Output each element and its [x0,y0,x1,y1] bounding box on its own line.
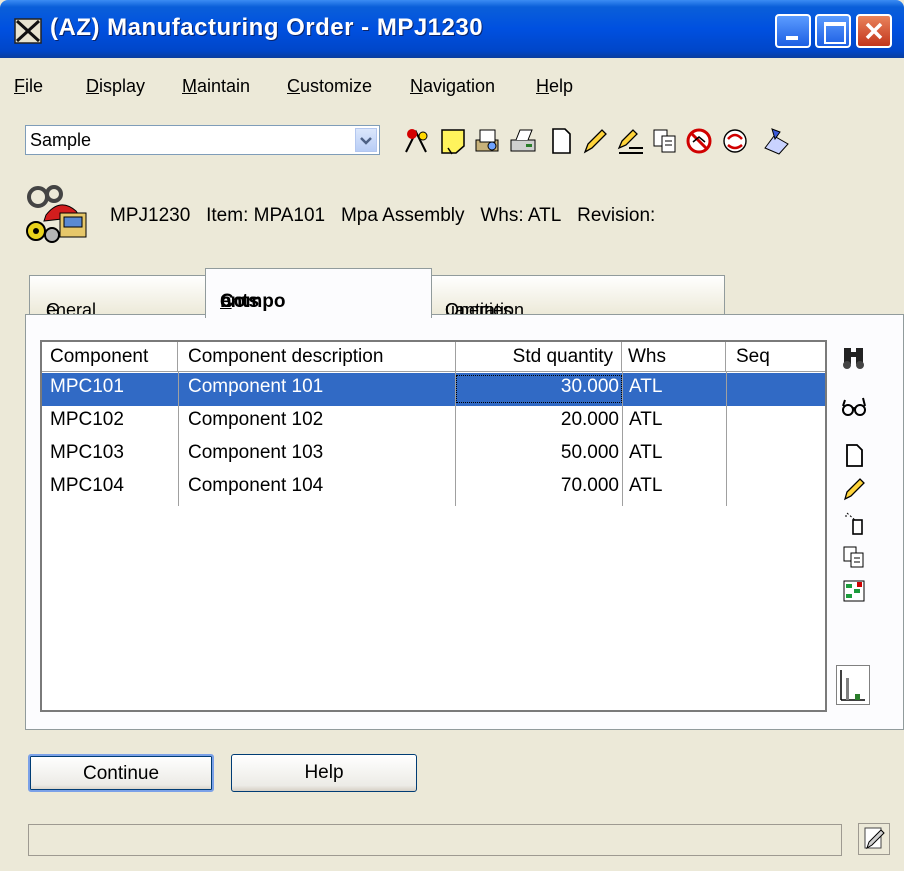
print-icon[interactable] [508,126,538,156]
delete-icon[interactable] [684,126,714,156]
column-header-component[interactable]: Component [42,342,178,372]
order-number: MPJ1230 [110,205,191,226]
menu-maintain[interactable]: Maintain [182,76,250,97]
chart-icon [840,670,865,701]
view-select[interactable]: Sample [25,125,380,155]
window-title: (AZ) Manufacturing Order - MPJ1230 [50,14,484,41]
view-glasses-icon[interactable] [841,394,867,420]
table-row[interactable]: MPC101 Component 101 30.000 ATL [42,373,825,406]
table-row[interactable]: MPC102 Component 102 20.000 ATL [42,406,825,439]
structure-icon[interactable] [841,578,867,604]
copy-icon[interactable] [650,126,680,156]
table-row[interactable]: MPC104 Component 104 70.000 ATL [42,472,825,505]
note-icon[interactable] [438,126,468,156]
column-header-description[interactable]: Component description [178,342,456,372]
menu-help[interactable]: Help [536,76,573,97]
tab-components[interactable]: Compo n ents [205,268,432,318]
menu-bar: File Display Maintain Customize Navigati… [0,58,904,104]
related-icon[interactable] [720,126,750,156]
app-icon [14,18,42,44]
revision-label: Revision: [577,205,656,226]
menu-navigation[interactable]: Navigation [410,76,495,97]
status-bar [28,824,842,856]
table-row[interactable]: MPC103 Component 103 50.000 ATL [42,439,825,472]
column-divider [726,372,727,506]
title-bar[interactable]: (AZ) Manufacturing Order - MPJ1230 [0,0,904,58]
components-grid[interactable]: Component Component description Std quan… [40,340,827,712]
new-row-icon[interactable] [841,442,867,468]
column-divider [178,372,179,506]
print-preview-icon[interactable] [473,126,503,156]
minimize-button[interactable] [775,14,811,48]
find-binoculars-icon[interactable] [841,344,867,370]
column-header-std-quantity[interactable]: Std quantity [456,342,622,372]
maximize-button[interactable] [815,14,851,48]
close-icon [865,22,883,40]
copy-row-icon[interactable] [841,544,867,570]
process-icon[interactable] [762,126,792,156]
resources-icon[interactable] [402,126,432,156]
item-value: MPA101 [253,205,326,226]
edit-pencil-icon[interactable] [580,126,610,156]
status-indicator[interactable] [858,823,890,855]
edit-lines-icon[interactable] [615,126,645,156]
tab-operation-quantities[interactable]: Operation Quantities [430,275,725,320]
whs-label: Whs: [480,205,524,226]
column-divider [622,372,623,506]
help-button[interactable]: Help [231,754,417,792]
item-label: Item: [206,205,249,226]
new-document-icon[interactable] [546,126,576,156]
continue-button[interactable]: Continue [28,754,214,792]
menu-display[interactable]: Display [86,76,145,97]
close-button[interactable] [856,14,892,48]
column-header-seq[interactable]: Seq [726,342,825,372]
minimize-icon [786,36,798,40]
edit-row-pencil-icon[interactable] [841,476,867,502]
menu-file[interactable]: File [14,76,43,97]
item-description: Mpa Assembly [340,205,465,226]
menu-customize[interactable]: Customize [287,76,372,97]
clear-row-icon[interactable] [841,510,867,536]
chevron-down-icon [360,137,372,145]
tab-general[interactable]: General [29,275,207,320]
maximize-icon [824,22,846,44]
column-divider [455,372,456,506]
order-summary: MPJ1230 Item: MPA101 Mpa Assembly Whs: A… [110,205,655,227]
dropdown-button[interactable] [355,128,377,152]
focused-cell [456,375,622,403]
manufacturing-order-icon [26,185,87,243]
edit-status-icon [864,827,885,850]
column-header-whs[interactable]: Whs [622,342,726,372]
chart-button[interactable] [836,665,870,705]
whs-value: ATL [527,205,562,226]
